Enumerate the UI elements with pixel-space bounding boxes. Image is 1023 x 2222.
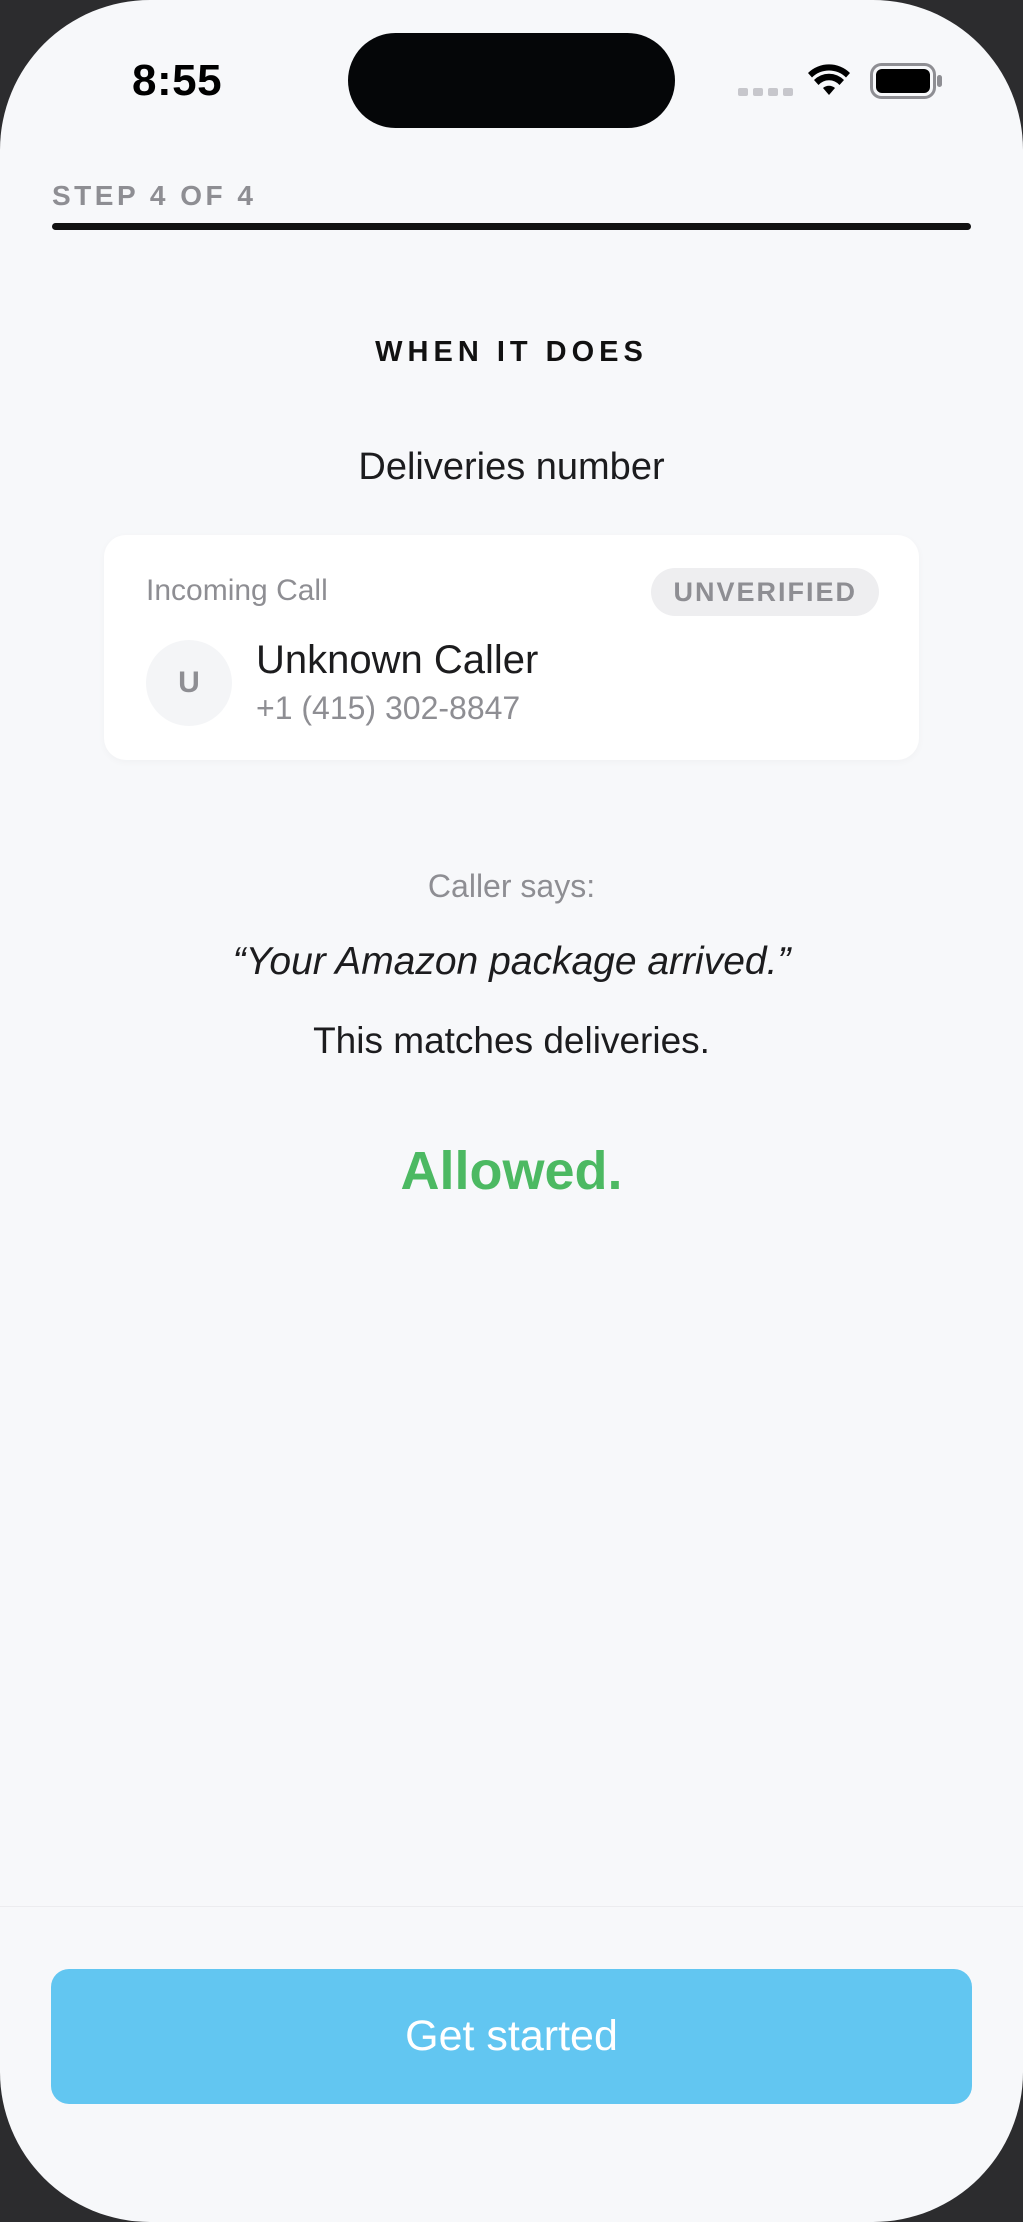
wifi-icon <box>808 64 850 95</box>
status-bar: 8:55 <box>0 0 1023 140</box>
screen: 8:55 STEP 4 OF 4 WHEN IT DOES Deliveries… <box>0 0 1023 2222</box>
device-frame: 8:55 STEP 4 OF 4 WHEN IT DOES Deliveries… <box>0 0 1023 2222</box>
progress-bar-fill <box>52 223 971 230</box>
verdict-allowed: Allowed. <box>400 1141 623 1201</box>
status-time: 8:55 <box>132 56 223 105</box>
incoming-call-card: Incoming Call UNVERIFIED U Unknown Calle… <box>104 535 919 760</box>
progress-bar <box>52 223 971 230</box>
battery-icon <box>870 63 942 99</box>
section-title: Deliveries number <box>358 446 665 488</box>
caller-quote: “Your Amazon package arrived.” <box>232 940 791 983</box>
bottom-divider <box>0 1906 1023 1907</box>
match-explanation: This matches deliveries. <box>313 1020 710 1061</box>
caller-says-label: Caller says: <box>427 868 596 904</box>
step-indicator: STEP 4 OF 4 <box>52 180 257 211</box>
section-heading: WHEN IT DOES <box>375 336 648 368</box>
caller-avatar: U <box>146 640 232 726</box>
get-started-button[interactable]: Get started <box>51 1969 972 2104</box>
call-card-label: Incoming Call <box>146 574 328 607</box>
cellular-signal-icon <box>738 88 793 96</box>
unverified-badge: UNVERIFIED <box>651 568 879 616</box>
caller-number: +1 (415) 302-8847 <box>256 690 521 726</box>
caller-name: Unknown Caller <box>256 638 539 682</box>
dynamic-island <box>348 33 675 128</box>
